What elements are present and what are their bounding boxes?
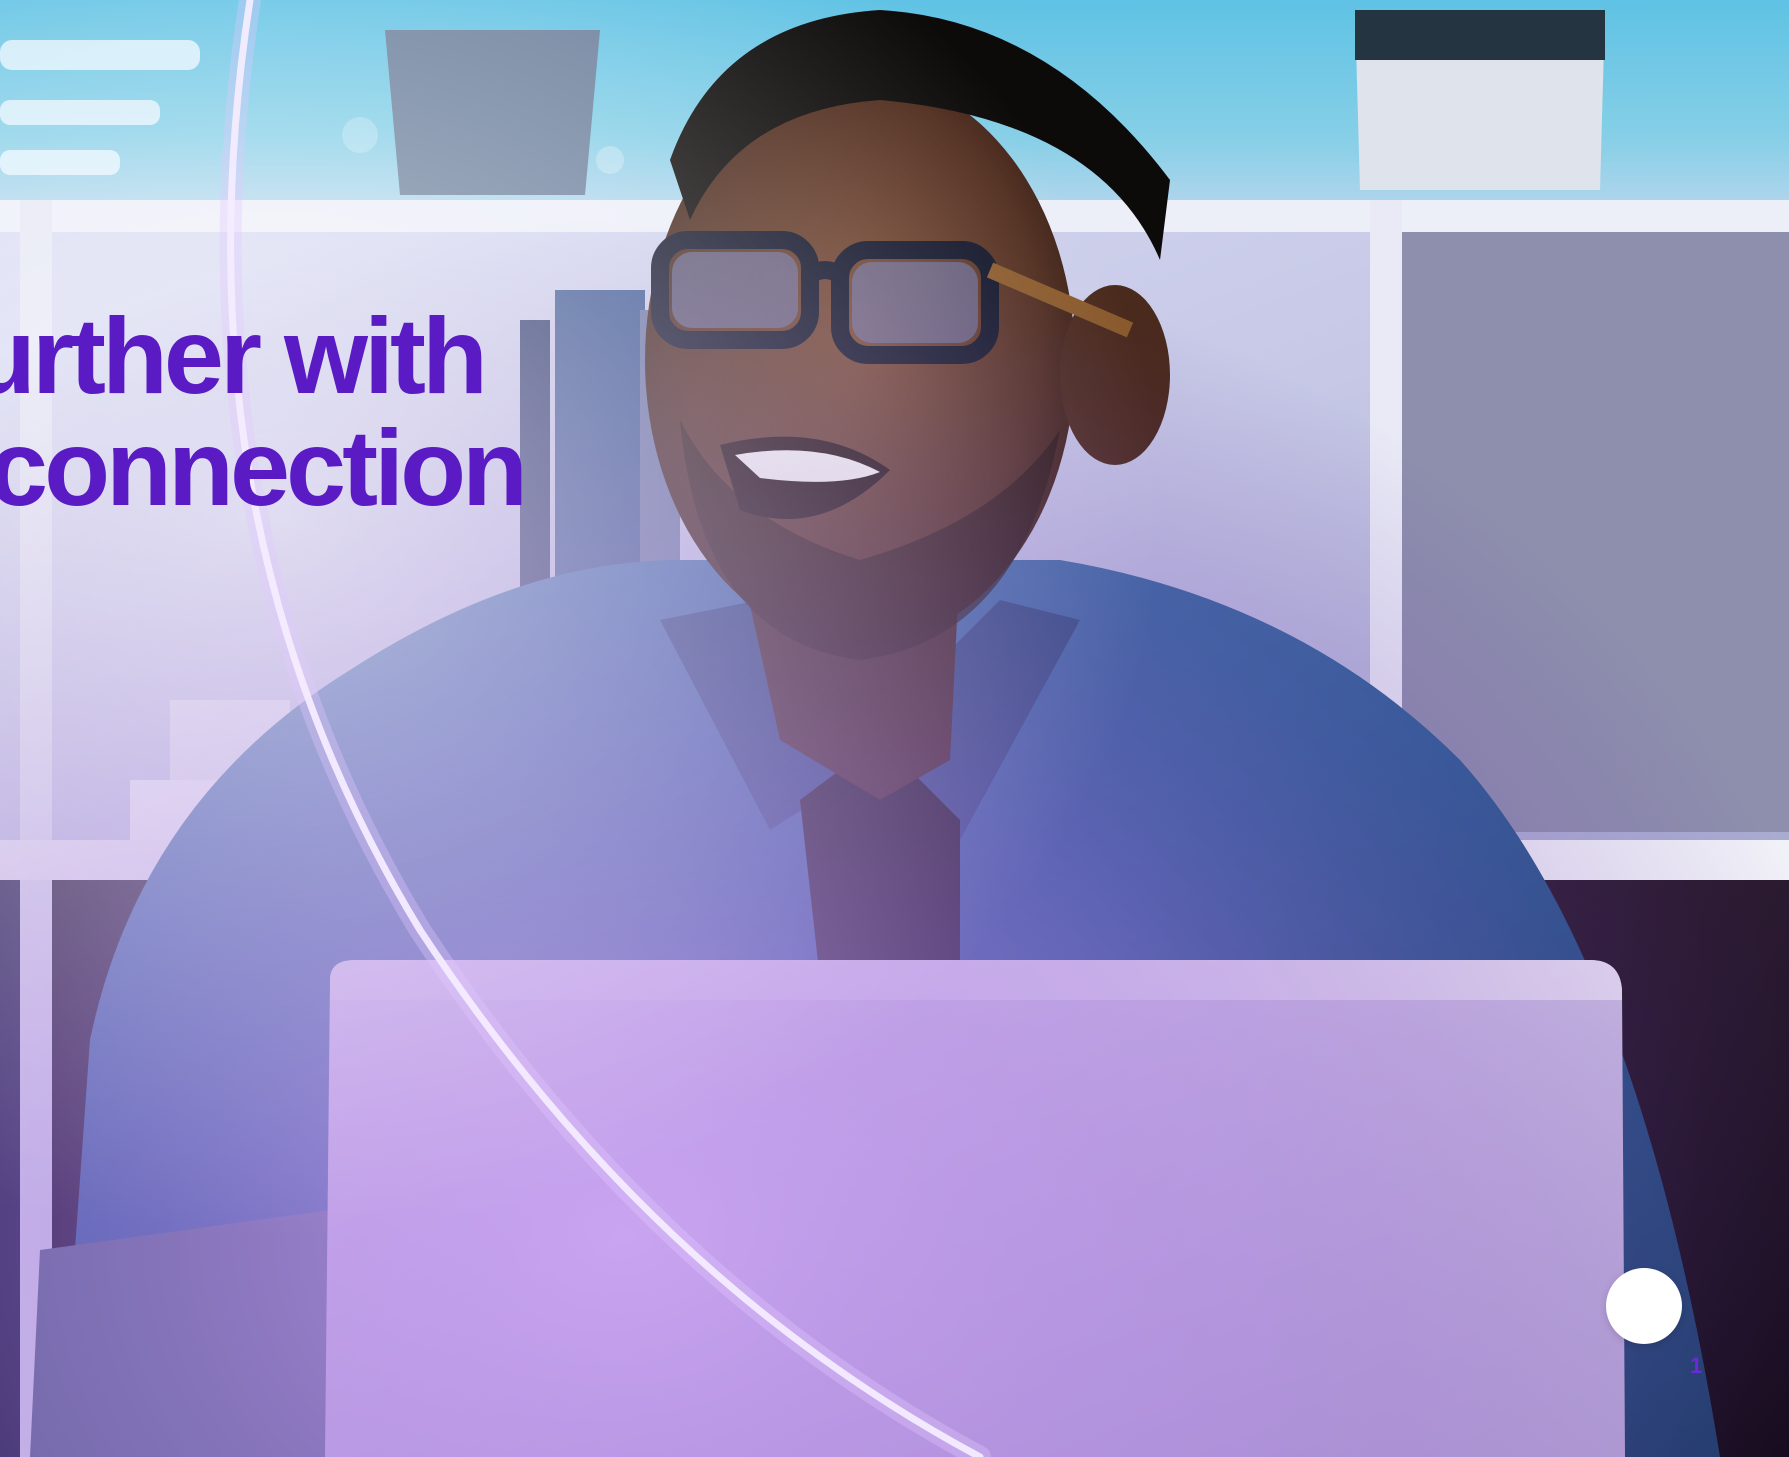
cover-page: urther with connection 1 xyxy=(0,0,1789,1457)
headline: urther with connection xyxy=(0,300,536,524)
hero-photo xyxy=(0,0,1789,1457)
page-marker-dot xyxy=(1606,1268,1682,1344)
headline-line-1: urther with xyxy=(0,295,488,416)
page-number: 1 xyxy=(1690,1353,1703,1378)
headline-line-2: connection xyxy=(0,407,528,528)
